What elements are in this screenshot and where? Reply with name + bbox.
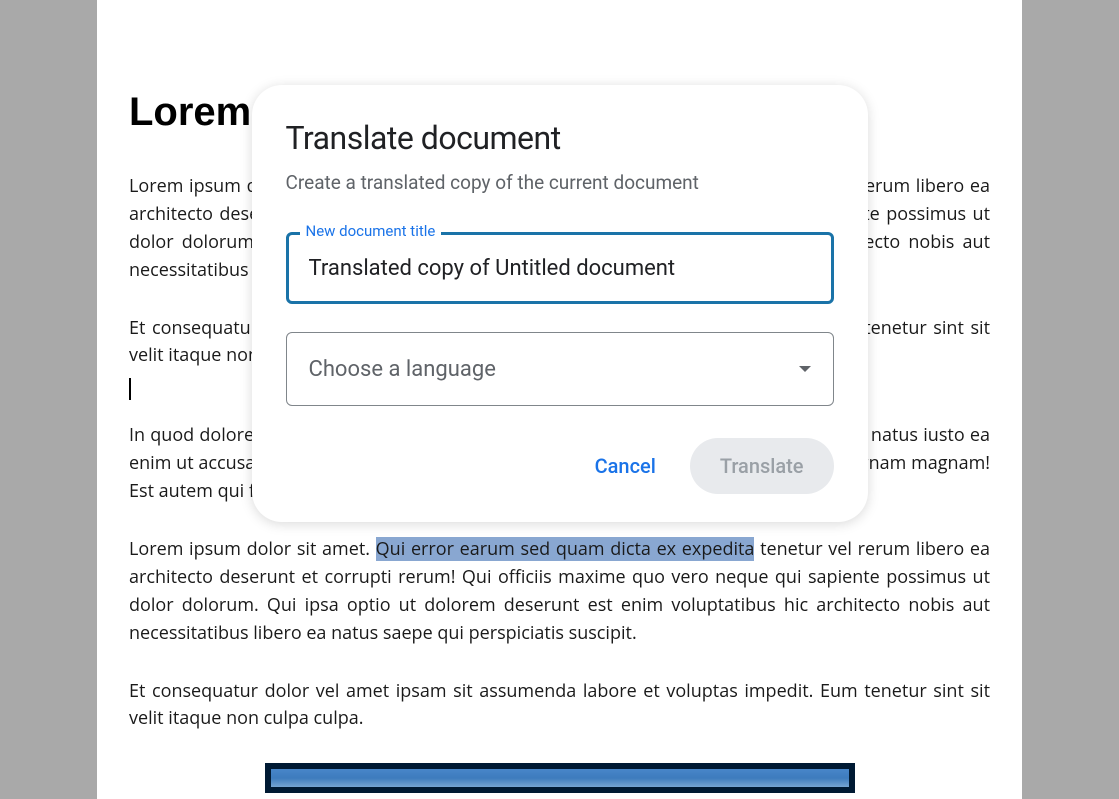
text-cursor [129, 378, 131, 400]
language-select-placeholder: Choose a language [309, 357, 496, 382]
dialog-subtitle: Create a translated copy of the current … [286, 171, 834, 194]
translate-document-dialog: Translate document Create a translated c… [252, 85, 868, 522]
dialog-title: Translate document [286, 119, 834, 157]
language-select-wrap: Choose a language [286, 332, 834, 406]
dialog-button-row: Cancel Translate [286, 438, 834, 494]
paragraph-text-before: Lorem ipsum dolor sit amet. [129, 537, 376, 561]
cancel-button[interactable]: Cancel [577, 442, 674, 490]
language-select[interactable]: Choose a language [286, 332, 834, 406]
translate-button: Translate [690, 438, 834, 494]
document-title-input[interactable] [286, 232, 834, 304]
document-image-placeholder [265, 763, 855, 793]
title-field-wrap: New document title [286, 232, 834, 304]
chevron-down-icon [799, 366, 811, 372]
document-paragraph-highlight: Lorem ipsum dolor sit amet. Qui error ea… [129, 536, 990, 648]
document-paragraph: Et consequatur dolor vel amet ipsam sit … [129, 678, 990, 734]
title-field-label: New document title [300, 222, 442, 240]
highlighted-text: Qui error earum sed quam dicta ex expedi… [376, 537, 755, 561]
